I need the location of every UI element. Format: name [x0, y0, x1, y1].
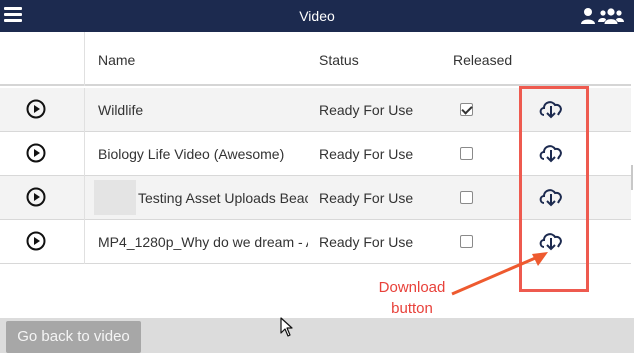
header-status: Status: [319, 52, 359, 68]
scrollbar[interactable]: [631, 165, 633, 190]
go-back-button[interactable]: Go back to video: [6, 321, 141, 353]
video-thumbnail: [94, 180, 136, 215]
video-name: MP4_1280p_Why do we dream - Amy Adkins: [98, 234, 308, 250]
annotation-line-1: Download: [378, 279, 446, 296]
footer-bar: Go back to video: [0, 318, 634, 353]
annotation-label: Download button: [372, 277, 452, 319]
header-released: Released: [453, 52, 513, 68]
video-status: Ready For Use: [319, 146, 414, 162]
play-icon[interactable]: [26, 231, 46, 251]
video-status: Ready For Use: [319, 190, 414, 206]
video-name: Testing Asset Uploads Beach: [138, 190, 308, 206]
users-group-icon[interactable]: [598, 7, 624, 25]
video-name: Biology Life Video (Awesome): [98, 146, 285, 162]
released-checkbox[interactable]: [460, 147, 473, 160]
annotation-arrow: [451, 252, 548, 296]
column-divider: [84, 32, 85, 86]
column-divider: [84, 88, 85, 264]
mouse-cursor-icon: [280, 317, 293, 337]
table-header: Name Status Released: [0, 32, 631, 86]
released-checkbox[interactable]: [460, 103, 473, 116]
page-title: Video: [299, 8, 335, 24]
header-name: Name: [98, 52, 136, 68]
play-icon[interactable]: [26, 187, 46, 207]
video-name: Wildlife: [98, 102, 144, 118]
top-bar: Video: [0, 0, 634, 32]
released-checkbox[interactable]: [460, 191, 473, 204]
video-status: Ready For Use: [319, 102, 414, 118]
play-icon[interactable]: [26, 143, 46, 163]
video-status: Ready For Use: [319, 234, 414, 250]
user-icon[interactable]: [580, 7, 596, 25]
play-icon[interactable]: [26, 99, 46, 119]
annotation-line-2: button: [391, 300, 433, 317]
